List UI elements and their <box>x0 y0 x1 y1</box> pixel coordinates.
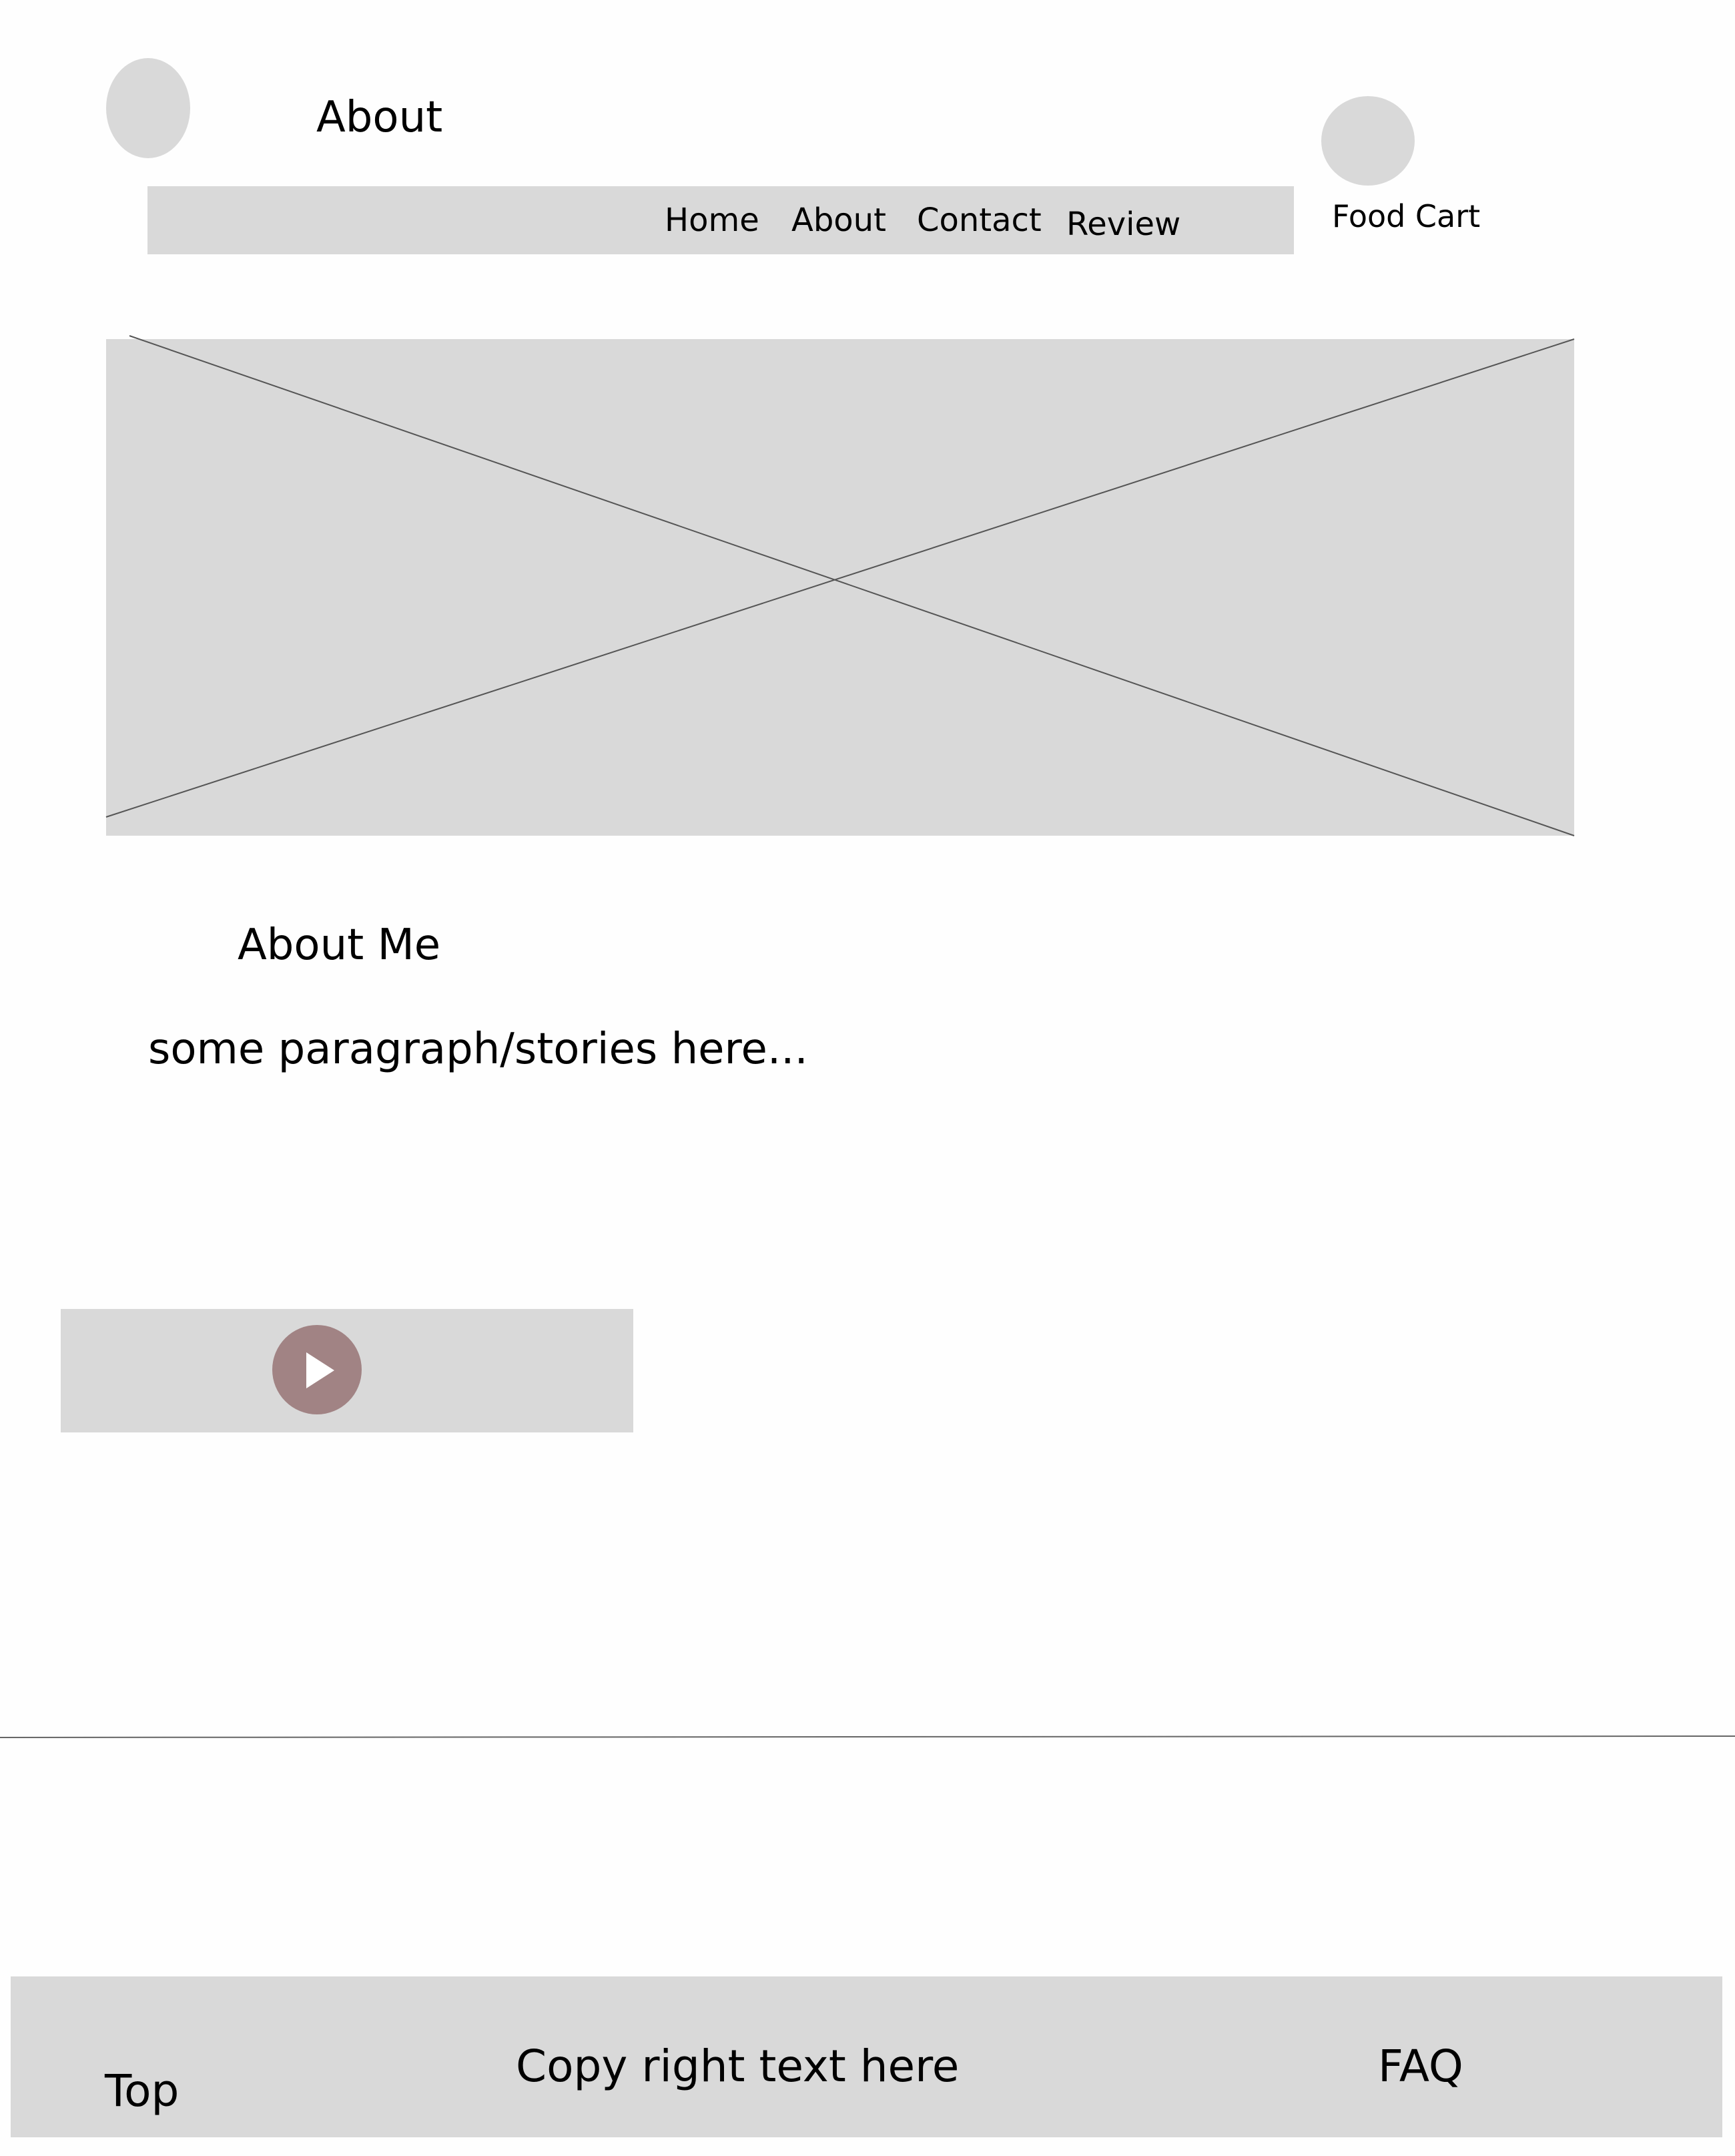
nav-item-about[interactable]: About <box>791 200 886 240</box>
logo-placeholder-icon[interactable] <box>106 58 190 158</box>
nav-item-contact[interactable]: Contact <box>917 200 1042 240</box>
image-placeholder-box <box>106 339 1574 836</box>
about-paragraph: some paragraph/stories here... <box>148 1025 808 1074</box>
cart-placeholder-icon[interactable] <box>1321 96 1415 186</box>
placeholder-cross-line-1 <box>129 335 1575 836</box>
section-divider <box>0 1735 1735 1738</box>
nav-item-home[interactable]: Home <box>665 200 759 240</box>
page-title: About <box>316 93 443 142</box>
faq-link[interactable]: FAQ <box>1378 2039 1463 2095</box>
play-icon[interactable] <box>306 1352 334 1388</box>
about-me-heading: About Me <box>238 920 441 970</box>
placeholder-cross-line-2 <box>105 338 1575 818</box>
food-cart-link[interactable]: Food Cart <box>1332 197 1480 236</box>
back-to-top-link[interactable]: Top <box>105 2063 179 2119</box>
copyright-text: Copy right text here <box>516 2041 960 2092</box>
hero-image-placeholder <box>0 335 1735 1738</box>
nav-item-review[interactable]: Review <box>1066 204 1180 244</box>
